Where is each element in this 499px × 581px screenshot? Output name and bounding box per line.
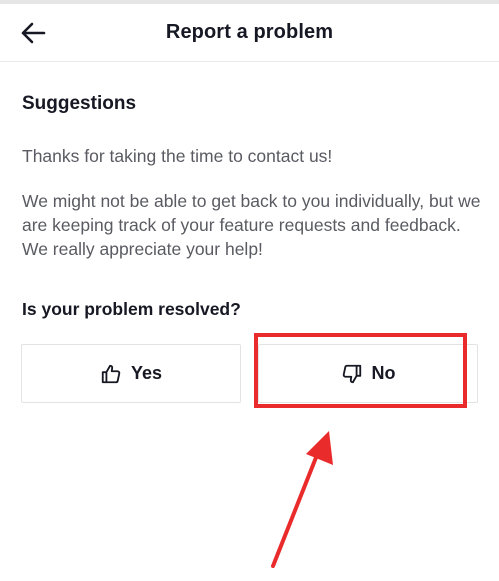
thanks-text: Thanks for taking the time to contact us… bbox=[22, 146, 333, 166]
feedback-text: We might not be able to get back to you … bbox=[22, 191, 481, 259]
no-button[interactable]: No bbox=[258, 344, 478, 403]
yes-button[interactable]: Yes bbox=[21, 344, 241, 403]
thumbs-up-icon bbox=[101, 364, 121, 383]
no-label: No bbox=[371, 363, 396, 383]
thumbs-down-icon bbox=[342, 364, 361, 383]
yes-label: Yes bbox=[130, 363, 163, 383]
page-title: Report a problem bbox=[165, 21, 334, 43]
section-title: Suggestions bbox=[22, 93, 137, 114]
header-bar: Report a problem bbox=[0, 4, 499, 62]
resolved-question: Is your problem resolved? bbox=[22, 299, 241, 319]
pointer-arrow bbox=[271, 431, 333, 568]
